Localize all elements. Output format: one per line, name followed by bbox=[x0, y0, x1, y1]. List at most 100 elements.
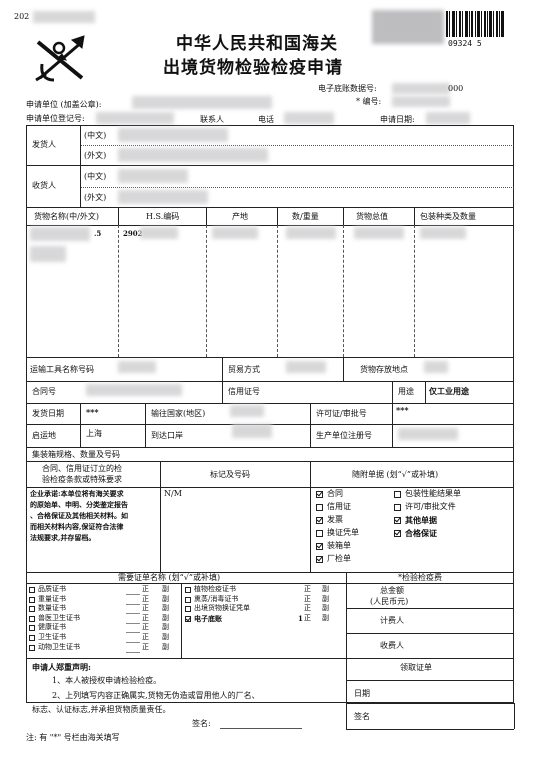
goods-header-package: 包装种类及数量 bbox=[420, 212, 476, 221]
document-checkbox[interactable] bbox=[394, 530, 401, 537]
serial-number: 09324 5 bbox=[448, 39, 482, 48]
duplicate-copies-label: 副 bbox=[162, 613, 169, 622]
certificate-checkbox[interactable] bbox=[185, 587, 191, 593]
commitment-line: 而相关材料内容,保证符合法律 bbox=[30, 522, 124, 531]
original-copies-label: 正 bbox=[304, 585, 311, 593]
certificate-checkbox[interactable] bbox=[29, 587, 35, 593]
shipper-en-label: (外文) bbox=[84, 151, 107, 160]
fill-line bbox=[126, 622, 140, 624]
total-amount-label: 总金额 bbox=[380, 586, 404, 595]
certificate-label: 电子底账 bbox=[194, 613, 222, 623]
certificate-label: 兽医卫生证书 bbox=[38, 613, 80, 622]
original-copies-label: 正 bbox=[142, 633, 149, 641]
origin-place-value: 上海 bbox=[86, 429, 102, 438]
document-checkbox[interactable] bbox=[394, 517, 401, 524]
goods-header-value: 货物总值 bbox=[356, 212, 388, 221]
receive-signature-label: 签名 bbox=[354, 712, 370, 721]
fill-line bbox=[126, 613, 140, 615]
certificate-checkbox[interactable] bbox=[29, 625, 35, 632]
certificate-checkbox[interactable] bbox=[29, 615, 35, 622]
document-checkbox[interactable] bbox=[316, 556, 323, 563]
certificate-checkbox[interactable] bbox=[185, 615, 191, 622]
duplicate-copies-label: 副 bbox=[162, 604, 169, 613]
document-label: 厂检单 bbox=[327, 554, 351, 563]
document-checkbox[interactable] bbox=[316, 504, 323, 511]
permit-no-value: *** bbox=[396, 405, 409, 415]
storage-location-label: 货物存放地点 bbox=[360, 365, 408, 374]
vehicle-label: 运输工具名称号码 bbox=[30, 365, 94, 374]
certificate-checkbox[interactable] bbox=[185, 606, 191, 613]
commitment-line: 、合格保证及其他相关材料。如 bbox=[30, 511, 128, 520]
calculator-label: 计费人 bbox=[380, 616, 404, 625]
signature-label: 签名: bbox=[192, 719, 211, 728]
redacted-block bbox=[424, 361, 448, 373]
trade-mode-label: 贸易方式 bbox=[228, 365, 260, 374]
consignee-en-label: (外文) bbox=[84, 193, 107, 202]
form-title-line2: 出境货物检验检疫申请 bbox=[163, 58, 343, 78]
marks-header: 标记及号码 bbox=[210, 470, 250, 479]
document-checkbox[interactable] bbox=[316, 543, 323, 550]
redacted-block bbox=[33, 11, 95, 23]
documents-header: 随附单据 (划“√”或补填) bbox=[352, 470, 439, 479]
document-label: 包装性能结果单 bbox=[405, 489, 461, 498]
container-label: 集装箱规格、数量及号码 bbox=[32, 450, 120, 459]
total-amount-unit: (人民币元) bbox=[370, 597, 409, 606]
certificate-checkbox[interactable] bbox=[29, 606, 35, 613]
redacted-block bbox=[392, 96, 450, 107]
original-copies-label: 正 bbox=[304, 594, 311, 603]
duplicate-copies-label: 副 bbox=[162, 623, 169, 632]
barcode bbox=[446, 11, 504, 37]
certificate-label: 动物卫生证书 bbox=[38, 642, 80, 651]
document-label: 装箱单 bbox=[327, 541, 351, 550]
redacted-block bbox=[118, 190, 208, 204]
redacted-block bbox=[96, 112, 174, 124]
duplicate-copies-label: 副 bbox=[322, 604, 329, 613]
certificates-header: 需要证单名称 (划“√”或补填) bbox=[118, 573, 221, 582]
document-label: 其他单据 bbox=[405, 515, 437, 525]
document-checkbox[interactable] bbox=[316, 491, 323, 498]
certificate-label: 熏蒸/消毒证书 bbox=[194, 594, 239, 603]
redacted-block bbox=[286, 361, 326, 373]
fill-line bbox=[126, 594, 140, 595]
redacted-block bbox=[118, 128, 228, 142]
declaration-line2: 2、上列填写内容正确属实,货物无伪造或冒用他人的厂名、 bbox=[52, 691, 260, 700]
duplicate-copies-label: 副 bbox=[162, 585, 169, 593]
certificate-checkbox[interactable] bbox=[29, 596, 35, 603]
goods-header-name: 货物名称(中/外文) bbox=[34, 212, 99, 221]
fill-line bbox=[126, 603, 140, 605]
redacted-block bbox=[392, 83, 450, 94]
usage-value: 仅工业用途 bbox=[429, 386, 469, 396]
redacted-block bbox=[420, 227, 466, 239]
shipper-label: 发货人 bbox=[32, 140, 56, 149]
fee-header: *检验检疫费 bbox=[398, 573, 442, 582]
goods-header-origin: 产地 bbox=[232, 212, 248, 221]
original-copies-label: 正 bbox=[304, 604, 311, 613]
marks-value: N/M bbox=[164, 489, 182, 498]
redacted-block bbox=[230, 405, 264, 417]
certificate-checkbox[interactable] bbox=[29, 644, 35, 651]
commitment-line: 的原始单、申明、分类鉴定报告 bbox=[30, 500, 128, 509]
ship-date-value: *** bbox=[86, 407, 99, 417]
ebook-copies-value: 1 bbox=[298, 613, 303, 623]
collector-label: 收费人 bbox=[380, 641, 404, 650]
goods-name-tail: .5 bbox=[94, 229, 102, 238]
fill-line bbox=[126, 632, 140, 634]
document-checkbox[interactable] bbox=[316, 530, 323, 537]
certificate-label: 数量证书 bbox=[38, 604, 66, 613]
destination-country-label: 输往国家(地区) bbox=[151, 409, 206, 418]
duplicate-copies-label: 副 bbox=[322, 585, 329, 593]
certificate-checkbox[interactable] bbox=[185, 596, 191, 603]
original-copies-label: 正 bbox=[142, 585, 149, 593]
apply-date-label: 申请日期: bbox=[380, 115, 415, 124]
applicant-reg-label: 申请单位登记号: bbox=[26, 114, 85, 123]
goods-header-quantity: 数/重量 bbox=[292, 212, 319, 221]
permit-no-label: 许可证/审批号 bbox=[316, 409, 367, 418]
redacted-block bbox=[30, 227, 90, 241]
certificate-checkbox[interactable] bbox=[29, 635, 35, 641]
document-checkbox[interactable] bbox=[316, 517, 323, 524]
original-copies-label: 正 bbox=[304, 613, 311, 622]
duplicate-copies-label: 副 bbox=[162, 594, 169, 603]
document-checkbox[interactable] bbox=[394, 504, 401, 511]
redacted-block bbox=[212, 227, 258, 239]
document-checkbox[interactable] bbox=[394, 491, 401, 498]
